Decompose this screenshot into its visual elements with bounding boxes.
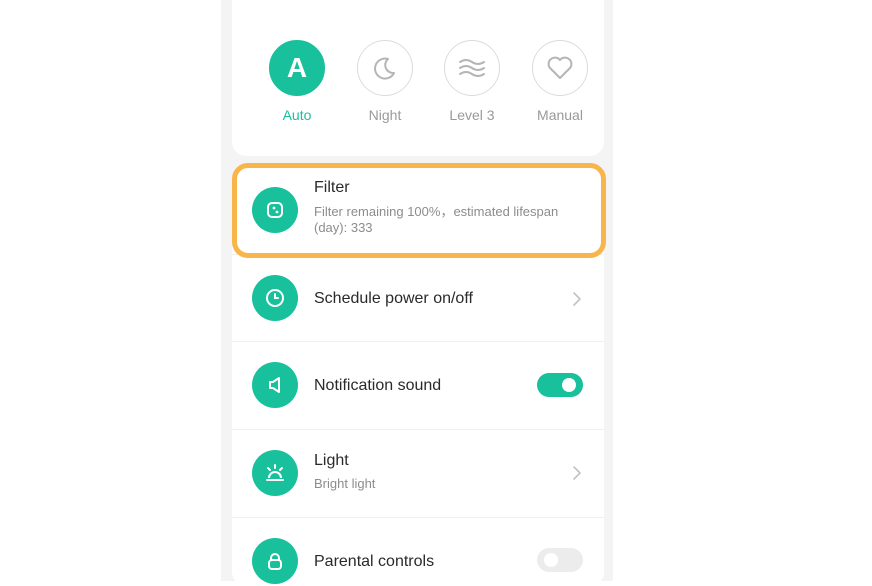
schedule-row[interactable]: Schedule power on/off	[232, 255, 604, 341]
mode-auto-button[interactable]: A Auto	[257, 40, 337, 123]
light-row[interactable]: Light Bright light	[232, 430, 604, 517]
moon-icon	[374, 57, 395, 80]
lamp-icon	[252, 450, 298, 496]
mode-label: Level 3	[449, 107, 495, 123]
chevron-right-icon	[573, 292, 581, 306]
notification-title: Notification sound	[314, 377, 442, 394]
heart-icon	[547, 56, 573, 79]
mode-label: Manual	[537, 107, 583, 123]
mode-manual-button[interactable]: Manual	[520, 40, 600, 123]
device-screen: A Auto Night Level 3 Manual Filter Filte…	[221, 0, 613, 586]
mode-label: Night	[368, 107, 402, 123]
mode-night-button[interactable]: Night	[345, 40, 425, 123]
toggle-knob	[544, 553, 558, 567]
mode-selector-card: A Auto Night Level 3 Manual	[232, 0, 604, 156]
parental-row: Parental controls	[232, 518, 604, 586]
light-title: Light	[314, 452, 349, 469]
notification-row: Notification sound	[232, 342, 604, 429]
mode-level3-button[interactable]: Level 3	[432, 40, 512, 123]
auto-mode-icon: A	[269, 40, 325, 96]
schedule-title: Schedule power on/off	[314, 290, 473, 307]
mode-label: Auto	[282, 107, 312, 123]
lock-icon	[252, 538, 298, 584]
letter-a-icon: A	[286, 52, 308, 83]
toggle-knob	[562, 378, 576, 392]
wind-waves-icon	[459, 59, 485, 77]
chevron-right-icon	[573, 466, 581, 480]
clock-icon	[252, 275, 298, 321]
speaker-icon	[252, 362, 298, 408]
parental-title: Parental controls	[314, 553, 435, 570]
notification-toggle[interactable]	[537, 373, 583, 397]
light-subtitle: Bright light	[314, 476, 376, 491]
filter-highlight-frame	[232, 163, 606, 258]
parental-toggle[interactable]	[537, 548, 583, 572]
